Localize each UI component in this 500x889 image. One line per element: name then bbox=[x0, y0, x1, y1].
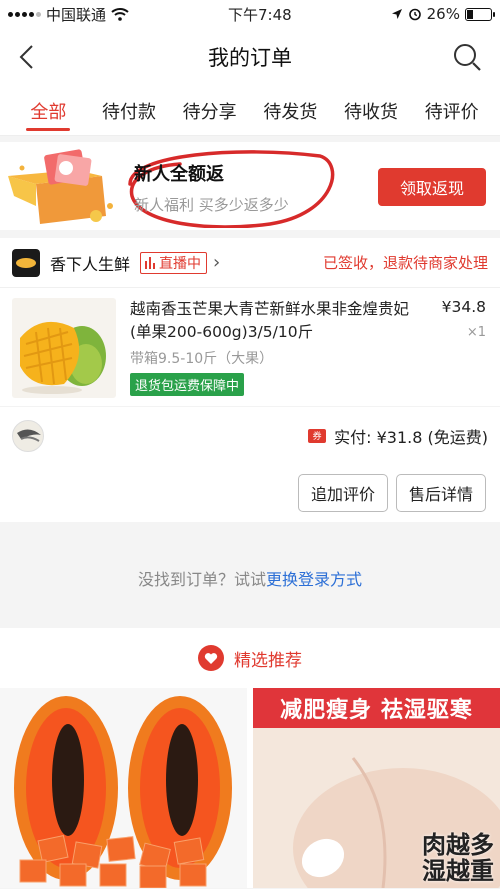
claim-cashback-button[interactable]: 领取返现 bbox=[378, 168, 486, 206]
chevron-right-icon: › bbox=[213, 252, 221, 273]
slimming-overlay-text: 肉越多 湿越重 bbox=[422, 831, 494, 885]
shop-name[interactable]: 香下人生鲜 bbox=[50, 251, 130, 275]
mango-image bbox=[20, 321, 106, 394]
order-item[interactable]: 越南香玉芒果大青芒新鲜水果非金煌贵妃(单果200-600g)3/5/10斤 带箱… bbox=[0, 288, 500, 406]
recommendations-header: 精选推荐 bbox=[0, 628, 500, 688]
battery-icon bbox=[464, 7, 495, 21]
alarm-icon bbox=[408, 8, 421, 21]
order-tabs: 全部 待付款 待分享 待发货 待收货 待评价 bbox=[0, 86, 500, 136]
location-icon bbox=[391, 9, 402, 19]
wifi-icon bbox=[111, 8, 129, 21]
slimming-banner-text: 减肥瘦身 祛湿驱寒 bbox=[253, 688, 500, 728]
nav-bar: 我的订单 bbox=[0, 28, 500, 86]
add-review-button[interactable]: 追加评价 bbox=[297, 474, 388, 512]
recommendation-grid: 减肥瘦身 祛湿驱寒 肉越多 湿越重 bbox=[0, 688, 500, 888]
product-title: 越南香玉芒果大青芒新鲜水果非金煌贵妃(单果200-600g)3/5/10斤 bbox=[130, 300, 410, 341]
promo-title: 新人全额返 bbox=[134, 164, 224, 185]
order-card: 香下人生鲜 直播中 › 已签收，退款待商家处理 越南香玉芒果大青芒新鲜水果非金煌… bbox=[0, 238, 500, 522]
after-sale-details-button[interactable]: 售后详情 bbox=[395, 474, 486, 512]
coupon-icon: 券 bbox=[308, 428, 327, 443]
tab-pending-share[interactable]: 待分享 bbox=[169, 86, 250, 135]
payment-row: 券 实付: ¥31.8 (免运费) bbox=[0, 406, 500, 464]
not-found-text: 没找到订单？试试 bbox=[137, 570, 266, 589]
signal-icon bbox=[8, 11, 41, 17]
promo-subtitle: 新人福利 买多少返多少 bbox=[134, 196, 289, 214]
page-title: 我的订单 bbox=[208, 46, 292, 70]
shop-logo bbox=[12, 248, 40, 277]
order-not-found-hint: 没找到订单？试试 更换登录方式 bbox=[0, 528, 500, 628]
product-price: ¥34.8 bbox=[441, 298, 486, 316]
new-user-promo[interactable]: 新人全额返 新人福利 买多少返多少 领取返现 bbox=[0, 142, 500, 230]
battery-percent: 26% bbox=[426, 5, 460, 23]
red-envelope-gift-icon bbox=[8, 149, 113, 224]
live-badge-label: 直播中 bbox=[159, 255, 202, 272]
order-actions: 追加评价 售后详情 bbox=[0, 464, 500, 522]
search-icon[interactable] bbox=[452, 42, 482, 72]
recommendations-title: 精选推荐 bbox=[234, 650, 302, 671]
live-badge[interactable]: 直播中 bbox=[140, 251, 208, 274]
order-list-screen: 中国联通 下午7:48 26% 我的订单 全部 待付款 待分享 待发货 待收货 … bbox=[0, 0, 500, 889]
papaya-image bbox=[14, 696, 232, 888]
status-bar: 中国联通 下午7:48 26% bbox=[0, 0, 500, 28]
clock: 下午7:48 bbox=[227, 5, 292, 24]
recommended-product-slimming[interactable]: 减肥瘦身 祛湿驱寒 肉越多 湿越重 bbox=[253, 688, 500, 888]
product-quantity: ×1 bbox=[466, 325, 486, 340]
tab-pending-receipt[interactable]: 待收货 bbox=[331, 86, 412, 135]
tab-pending-shipment[interactable]: 待发货 bbox=[250, 86, 331, 135]
tab-all[interactable]: 全部 bbox=[8, 86, 89, 135]
order-shop-header[interactable]: 香下人生鲜 直播中 › 已签收，退款待商家处理 bbox=[0, 238, 500, 288]
heart-icon bbox=[198, 645, 224, 671]
product-thumbnail[interactable] bbox=[12, 298, 116, 398]
recommended-product-papaya[interactable] bbox=[0, 688, 247, 888]
switch-login-link[interactable]: 更换登录方式 bbox=[266, 566, 362, 590]
paid-amount: 实付: ¥31.8 (免运费) bbox=[334, 427, 488, 447]
order-status: 已签收，退款待商家处理 bbox=[322, 254, 488, 272]
tab-pending-review[interactable]: 待评价 bbox=[411, 86, 492, 135]
carrier-label: 中国联通 bbox=[46, 5, 107, 24]
back-arrow-icon[interactable] bbox=[16, 44, 40, 70]
return-shipping-guarantee-badge: 退货包运费保障中 bbox=[130, 373, 245, 396]
avatar[interactable] bbox=[12, 419, 44, 452]
tab-pending-payment[interactable]: 待付款 bbox=[89, 86, 170, 135]
live-bars-icon bbox=[145, 256, 156, 269]
product-spec: 带箱9.5-10斤（大果） bbox=[130, 351, 274, 367]
